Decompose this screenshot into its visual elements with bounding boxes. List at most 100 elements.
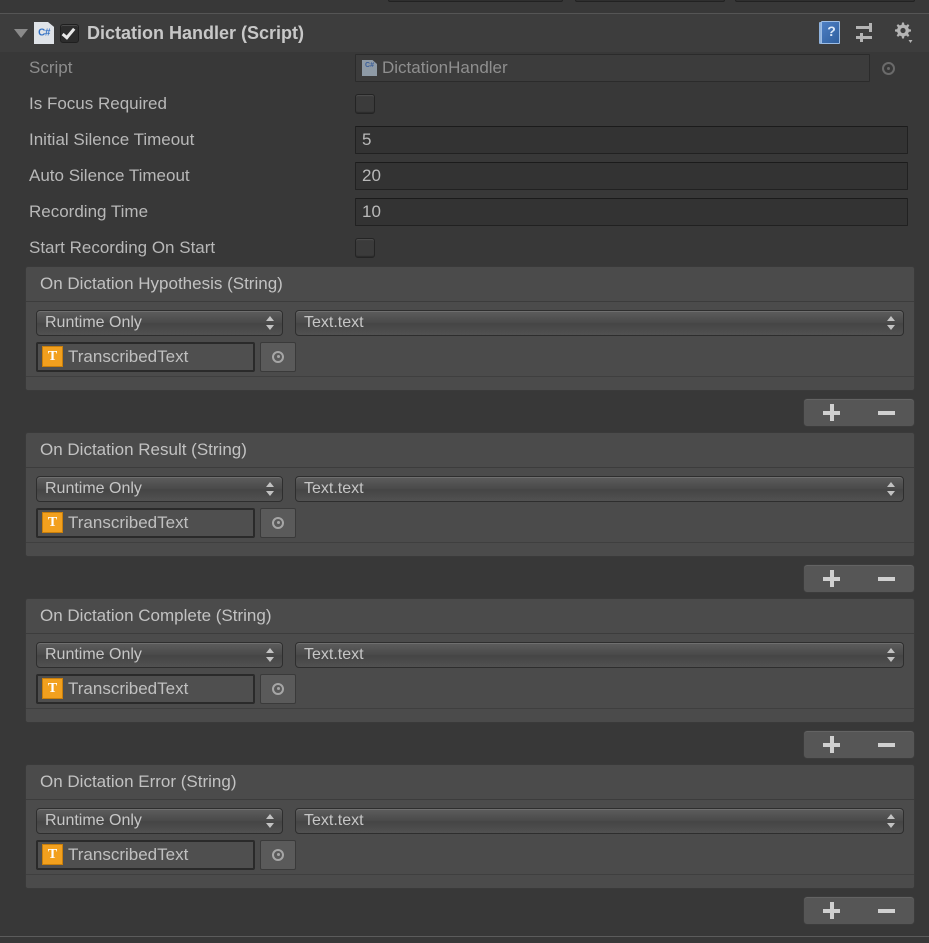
event-title: On Dictation Complete (String) <box>26 599 914 634</box>
property-row-initial-silence-timeout: Initial Silence Timeout 5 <box>0 122 929 158</box>
listener-object-field[interactable]: T TranscribedText <box>36 507 255 538</box>
chevron-updown-icon <box>887 647 896 663</box>
event-listener-list: Runtime Only Text.text T TranscribedText <box>26 634 914 708</box>
csharp-script-icon: C# <box>34 22 54 44</box>
listener-method-dropdown[interactable]: Text.text <box>295 808 904 834</box>
field-value: 10 <box>362 202 381 221</box>
text-icon-letter: T <box>47 514 58 530</box>
listener-row-bottom: T TranscribedText <box>36 504 904 538</box>
unity-event-block: On Dictation Error (String) Runtime Only… <box>25 764 915 889</box>
object-picker-target-icon[interactable] <box>260 673 296 704</box>
event-listener-list: Runtime Only Text.text T TranscribedText <box>26 302 914 376</box>
event-footer <box>26 708 914 734</box>
listener-mode-value: Runtime Only <box>45 314 142 331</box>
property-label: Start Recording On Start <box>29 238 216 257</box>
listener-mode-dropdown[interactable]: Runtime Only <box>36 476 283 502</box>
object-picker-target-icon[interactable] <box>260 341 296 372</box>
property-label: Initial Silence Timeout <box>29 130 195 149</box>
listener-method-dropdown[interactable]: Text.text <box>295 310 904 336</box>
triangle-down-icon[interactable] <box>12 24 30 42</box>
add-listener-button[interactable] <box>809 897 855 924</box>
auto-silence-timeout-input[interactable]: 20 <box>355 162 908 190</box>
checkmark-icon <box>61 24 76 40</box>
property-label: Script <box>29 58 73 77</box>
start-recording-on-start-checkbox[interactable] <box>355 238 375 258</box>
listener-mode-dropdown[interactable]: Runtime Only <box>36 310 283 336</box>
listener-row-top: Runtime Only Text.text <box>36 806 904 836</box>
unity-event-block: On Dictation Result (String) Runtime Onl… <box>25 432 915 557</box>
chevron-updown-icon <box>887 315 896 331</box>
listener-row-top: Runtime Only Text.text <box>36 640 904 670</box>
listener-row-bottom: T TranscribedText <box>36 338 904 372</box>
ui-text-component-icon: T <box>42 512 63 533</box>
event-addremove-bar <box>803 564 915 593</box>
preset-icon[interactable] <box>855 22 877 44</box>
text-icon-letter: T <box>47 846 58 862</box>
listener-row-bottom: T TranscribedText <box>36 836 904 870</box>
object-picker-target-icon[interactable] <box>260 507 296 538</box>
property-label: Recording Time <box>29 202 149 221</box>
event-addremove-bar <box>803 398 915 427</box>
csharp-script-icon: C# <box>362 60 377 76</box>
remove-listener-button[interactable] <box>864 399 910 426</box>
property-row-recording-time: Recording Time 10 <box>0 194 929 230</box>
ui-text-component-icon: T <box>42 678 63 699</box>
chevron-updown-icon <box>887 481 896 497</box>
listener-mode-dropdown[interactable]: Runtime Only <box>36 808 283 834</box>
add-listener-button[interactable] <box>809 399 855 426</box>
chevron-updown-icon <box>266 647 275 663</box>
chevron-updown-icon <box>266 481 275 497</box>
component-enabled-checkbox[interactable] <box>60 23 79 43</box>
text-icon-letter: T <box>47 348 58 364</box>
field-value: 5 <box>362 130 372 149</box>
unity-event-block: On Dictation Complete (String) Runtime O… <box>25 598 915 723</box>
clipped-field-3 <box>735 0 915 2</box>
header-icon-group: ? <box>819 21 921 45</box>
add-listener-button[interactable] <box>809 565 855 592</box>
script-value: DictationHandler <box>382 58 508 77</box>
settings-gear-icon[interactable] <box>891 21 915 45</box>
bottom-divider <box>0 936 929 937</box>
listener-row-bottom: T TranscribedText <box>36 670 904 704</box>
event-listener-list: Runtime Only Text.text T TranscribedText <box>26 468 914 542</box>
listener-row-top: Runtime Only Text.text <box>36 474 904 504</box>
property-label: Auto Silence Timeout <box>29 166 190 185</box>
text-icon-letter: T <box>47 680 58 696</box>
remove-listener-button[interactable] <box>864 897 910 924</box>
listener-object-field[interactable]: T TranscribedText <box>36 673 255 704</box>
listener-row-top: Runtime Only Text.text <box>36 308 904 338</box>
property-row-auto-silence-timeout: Auto Silence Timeout 20 <box>0 158 929 194</box>
remove-listener-button[interactable] <box>864 731 910 758</box>
script-object-field[interactable]: C# DictationHandler <box>355 54 870 82</box>
initial-silence-timeout-input[interactable]: 5 <box>355 126 908 154</box>
property-row-is-focus-required: Is Focus Required <box>0 86 929 122</box>
remove-listener-button[interactable] <box>864 565 910 592</box>
listener-mode-value: Runtime Only <box>45 480 142 497</box>
listener-method-value: Text.text <box>304 646 364 663</box>
help-icon[interactable]: ? <box>819 21 841 45</box>
script-picker-target-icon[interactable] <box>878 58 898 78</box>
unity-event-block: On Dictation Hypothesis (String) Runtime… <box>25 266 915 391</box>
clipped-fields-strip <box>0 0 929 14</box>
listener-method-dropdown[interactable]: Text.text <box>295 476 904 502</box>
listener-method-value: Text.text <box>304 480 364 497</box>
help-icon-glyph: ? <box>827 23 836 39</box>
property-row-start-recording-on-start: Start Recording On Start <box>0 230 929 266</box>
listener-method-dropdown[interactable]: Text.text <box>295 642 904 668</box>
event-addremove-bar <box>803 730 915 759</box>
listener-object-field[interactable]: T TranscribedText <box>36 839 255 870</box>
listener-object-field[interactable]: T TranscribedText <box>36 341 255 372</box>
page-title: Dictation Handler (Script) <box>87 22 305 43</box>
clipped-field-1 <box>388 0 563 2</box>
event-addremove-bar <box>803 896 915 925</box>
chevron-updown-icon <box>266 813 275 829</box>
chevron-updown-icon <box>266 315 275 331</box>
component-header[interactable]: C# Dictation Handler (Script) ? <box>0 14 929 52</box>
listener-mode-dropdown[interactable]: Runtime Only <box>36 642 283 668</box>
recording-time-input[interactable]: 10 <box>355 198 908 226</box>
is-focus-required-checkbox[interactable] <box>355 94 375 114</box>
object-picker-target-icon[interactable] <box>260 839 296 870</box>
event-title: On Dictation Hypothesis (String) <box>26 267 914 302</box>
add-listener-button[interactable] <box>809 731 855 758</box>
listener-mode-value: Runtime Only <box>45 646 142 663</box>
